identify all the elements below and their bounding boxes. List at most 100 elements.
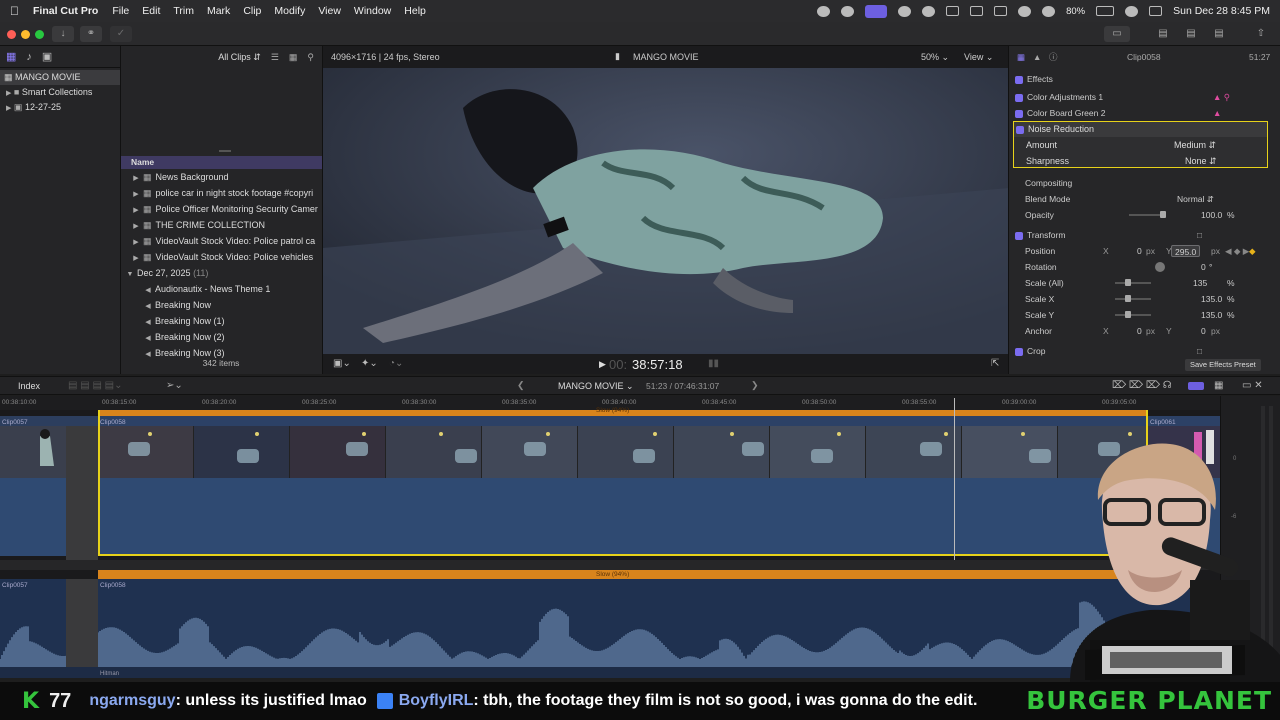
titles-generators-icon[interactable]: ▣ [42,50,52,63]
scale-y-slider-knob[interactable] [1125,311,1131,318]
retime-speed-label[interactable]: Slow (94%) [596,407,629,414]
menu-clock[interactable]: Sun Dec 28 8:45 PM [1173,5,1270,17]
bluetooth-icon[interactable] [1018,5,1032,17]
browser-clip-row[interactable]: ◀ Breaking Now (1) [121,313,322,329]
clip-appearance-icon[interactable]: ▦ [1214,380,1223,391]
blend-mode-dropdown[interactable]: Normal ⇵ [1177,191,1214,207]
workspace-button[interactable]: ▭ [1104,26,1130,42]
event-group-row[interactable]: ▼ Dec 27, 2025 (11) [121,265,322,281]
window-zoom-button[interactable] [35,30,44,39]
keyframe-diamond-icon[interactable]: ◆ [1249,243,1256,259]
status-cast-icon[interactable] [994,6,1008,16]
battery-percent[interactable]: 80% [1066,6,1085,17]
prev-clip-body[interactable] [0,478,66,556]
menu-app-name[interactable]: Final Cut Pro [33,5,98,17]
video-inspector-tab-icon[interactable]: ▦ [1017,50,1025,64]
info-inspector-tab-icon[interactable]: ⓘ [1049,50,1058,64]
menu-help[interactable]: Help [404,5,426,17]
menu-mark[interactable]: Mark [207,5,230,17]
disclosure-triangle-icon[interactable]: ▶ [129,219,143,233]
disclosure-triangle-icon[interactable]: ▶ [129,203,143,217]
sharpness-dropdown[interactable]: None ⇵ [1185,153,1217,169]
clip-label-prev[interactable]: Clip0057 [0,416,98,426]
viewer-view-dropdown[interactable]: View ⌄ [964,52,993,63]
browser-clip-row[interactable]: ◀ Audionautix - News Theme 1 [121,281,322,297]
audio-retime-speed-label[interactable]: Slow (94%) [596,571,629,578]
effects-browser-icon[interactable]: ▭ ✕ [1242,380,1263,391]
scale-all-slider[interactable] [1115,282,1151,284]
clip-filter-dropdown[interactable]: All Clips ⇵ [218,52,261,63]
color-board-checkbox[interactable] [1015,109,1023,118]
status-volume-icon[interactable] [946,6,960,16]
disclosure-triangle-icon[interactable]: ▶ [129,251,143,265]
fullscreen-icon[interactable]: ⇱ [991,358,999,369]
menu-clip[interactable]: Clip [243,5,261,17]
browser-clip-row[interactable]: ▶ ▦ police car in night stock footage #cop… [121,185,322,201]
audio-label-prev[interactable]: Clip0057 [0,579,66,589]
scale-x-slider[interactable] [1115,298,1151,300]
browser-clip-row[interactable]: ◀ Breaking Now (2) [121,329,322,345]
apple-menu-icon[interactable]:  [10,4,19,18]
noise-reduction-panel[interactable]: Noise Reduction Amount Medium ⇵ Sharpnes… [1013,121,1268,168]
browser-clip-row[interactable]: ▶ ▦ News Background [121,169,322,185]
menu-modify[interactable]: Modify [274,5,305,17]
name-column-header[interactable]: Name [121,156,322,169]
noise-reduction-checkbox[interactable] [1016,125,1024,134]
wifi-icon[interactable] [1042,5,1056,17]
transform-tool-icon[interactable]: ▣⌄ [333,358,351,369]
status-play-icon[interactable] [922,5,936,17]
crop-checkbox[interactable] [1015,347,1023,356]
gap-clip[interactable] [66,426,98,570]
history-forward-icon[interactable]: ❯ [751,380,759,391]
status-creative-icon[interactable] [841,5,855,17]
speed-icon[interactable]: ◔⌄ [389,358,403,369]
play-button[interactable]: ▶ [599,359,606,370]
amount-dropdown[interactable]: Medium ⇵ [1174,137,1216,153]
browser-clip-row[interactable]: ▶ ▦ THE CRIME COLLECTION [121,217,322,233]
background-tasks-button[interactable]: ✓ [110,26,132,42]
viewer-timecode[interactable]: 38:57:18 [632,357,683,372]
audio-label-main[interactable]: Clip0058 [98,579,1148,589]
disclosure-triangle-icon[interactable]: ▶ [129,235,143,249]
video-frame[interactable] [323,68,1009,354]
rotation-dial[interactable] [1155,262,1165,272]
disclosure-triangle-icon[interactable]: ▼ [123,267,137,281]
scale-all-slider-knob[interactable] [1125,279,1131,286]
menu-window[interactable]: Window [354,5,391,17]
scale-y-value[interactable]: 135.0 [1201,307,1222,323]
transform-onscreen-icon[interactable]: □ [1197,227,1202,243]
status-globe-icon[interactable] [898,5,912,17]
battery-icon[interactable] [1096,6,1115,16]
status-screen-icon[interactable] [865,4,888,18]
libraries-icon[interactable]: ▦ [6,50,16,63]
search-icon[interactable]: ⚲ [307,52,314,63]
opacity-value[interactable]: 100.0 [1201,207,1222,223]
color-adjustments-mask-icon[interactable]: ▲ ⚲ [1213,89,1230,105]
anchor-x-value[interactable]: 0 [1137,323,1142,339]
skimming-toggle-icon[interactable] [1188,382,1204,390]
enhance-icon[interactable]: ✦⌄ [361,358,378,369]
scale-y-slider[interactable] [1115,314,1151,316]
menu-edit[interactable]: Edit [142,5,160,17]
clip-label-next[interactable]: Clip0061 [1148,416,1220,426]
disclosure-triangle-icon[interactable]: ▶ [6,105,11,112]
timeline-toggle-button[interactable]: ▤ [1180,26,1202,42]
color-inspector-tab-icon[interactable]: ▲ [1033,50,1041,64]
status-display-icon[interactable] [970,6,984,16]
history-back-icon[interactable]: ❮ [517,380,525,391]
clip-filmstrip[interactable] [98,426,1148,478]
save-effects-preset-button[interactable]: Save Effects Preset [1185,359,1261,371]
disclosure-triangle-icon[interactable]: ▶ [6,90,11,97]
browser-clip-row[interactable]: ▶ ▦ VideoVault Stock Video: Police vehicle… [121,249,322,265]
browser-clip-row[interactable]: ◀ Breaking Now [121,297,322,313]
library-item-mango-movie[interactable]: ▦ MANGO MOVIE [0,70,120,85]
browser-toggle-button[interactable]: ▤ [1152,26,1174,42]
disclosure-triangle-icon[interactable]: ▶ [129,171,143,185]
color-board-mask-icon[interactable]: ▲ [1213,105,1221,121]
filmstrip-view-icon[interactable]: ▦ [289,52,298,63]
position-y-field[interactable]: 295.0 [1171,245,1201,257]
prev-clip-thumbnail[interactable] [0,426,66,478]
select-tool-icon[interactable]: ➢⌄ [166,380,183,391]
keyframe-nav-icon[interactable]: ◀ ◆ ▶ [1225,243,1249,259]
disclosure-triangle-icon[interactable]: ▶ [129,187,143,201]
